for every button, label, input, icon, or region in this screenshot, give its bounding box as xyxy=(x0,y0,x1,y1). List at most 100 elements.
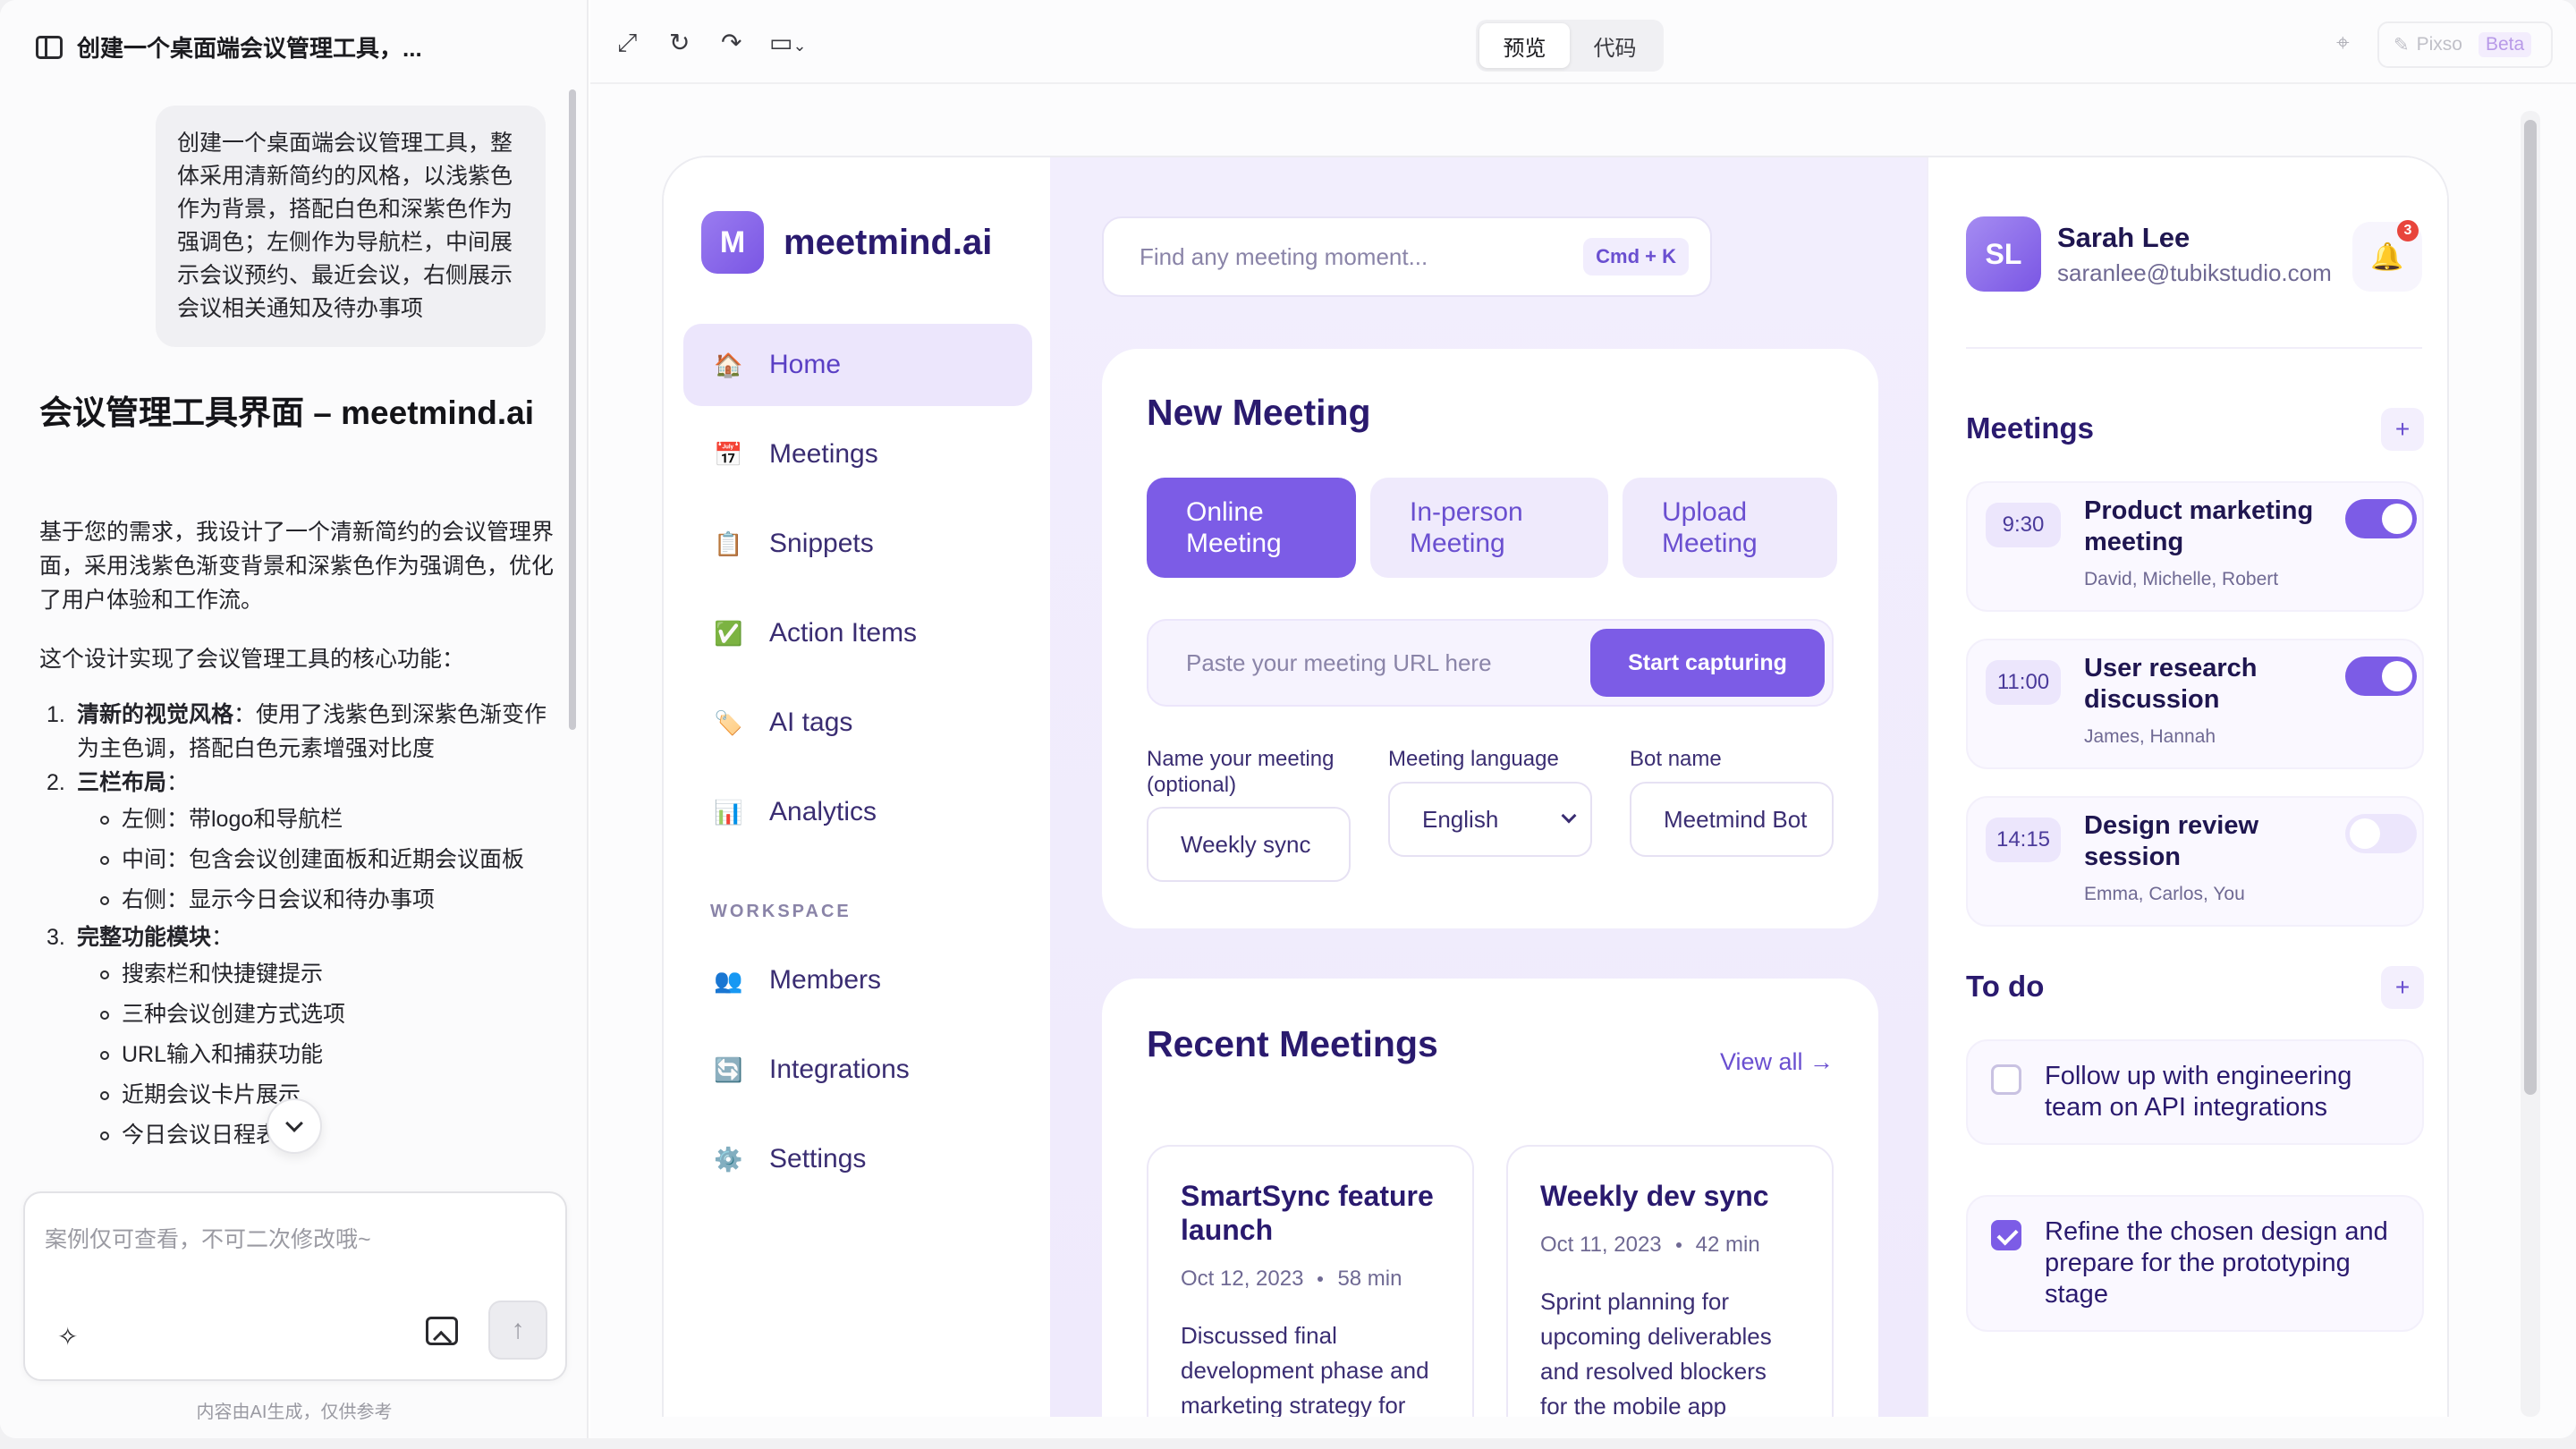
app-preview: M meetmind.ai 🏠 Home 📅 Meetings 📋 Snippe… xyxy=(662,156,2449,1417)
meeting-date: Oct 11, 2023 xyxy=(1540,1233,1662,1257)
ai-disclaimer: 内容由AI生成，仅供参考 xyxy=(196,1402,393,1422)
users-icon: 👥 xyxy=(714,966,743,994)
refresh-icon[interactable]: ↻ xyxy=(669,30,690,55)
search-input[interactable] xyxy=(1140,242,1584,271)
pixso-button[interactable]: ✎ Pixso Beta xyxy=(2377,21,2553,68)
meeting-name-field[interactable]: Weekly sync xyxy=(1147,807,1351,882)
recent-meeting-description: Discussed final development phase and ma… xyxy=(1181,1322,1429,1417)
plus-icon: + xyxy=(2394,973,2411,1001)
tab-preview[interactable]: 预览 xyxy=(1479,23,1570,68)
sidebar-item-settings[interactable]: ⚙️ Settings xyxy=(683,1118,1032,1200)
todo-text: Follow up with engineering team on API i… xyxy=(2045,1062,2352,1122)
sidebar-item-label: Analytics xyxy=(769,797,877,826)
meeting-attendees: Emma, Carlos, You xyxy=(2084,884,2245,904)
tab-online-meeting[interactable]: Online Meeting xyxy=(1147,478,1356,578)
tab-code[interactable]: 代码 xyxy=(1570,23,1660,68)
recent-meetings-card: Recent Meetings View all → SmartSync fea… xyxy=(1102,979,1878,1417)
tab-in-person-meeting[interactable]: In-person Meeting xyxy=(1370,478,1608,578)
meeting-toggle[interactable] xyxy=(2345,657,2417,696)
device-icon[interactable]: ▭⌄ xyxy=(769,30,807,58)
sidebar-item-label: Snippets xyxy=(769,529,874,558)
meeting-item[interactable]: 11:00 User research discussion James, Ha… xyxy=(1966,639,2424,769)
sidebar-toggle-icon[interactable] xyxy=(36,35,63,59)
pixso-label: Pixso xyxy=(2416,34,2462,55)
bell-icon: 🔔 xyxy=(2370,242,2404,272)
list-item: 1. 清新的视觉风格：使用了浅紫色到深紫色渐变作为主色调，搭配白色元素增强对比度 xyxy=(47,702,547,761)
recent-meeting-card[interactable]: Weekly dev sync Oct 11, 2023 42 min Spri… xyxy=(1506,1145,1834,1417)
list-item-bold: 三栏布局 xyxy=(77,770,167,795)
preview-scrollbar[interactable] xyxy=(2524,120,2537,1095)
selected-language: English xyxy=(1422,805,1499,833)
send-button[interactable]: ↑ xyxy=(488,1301,547,1360)
pen-icon: ✎ xyxy=(2394,34,2410,55)
chat-scrollbar[interactable] xyxy=(569,89,576,730)
expand-icon[interactable]: ⤢ xyxy=(617,30,637,55)
user-name: Sarah Lee xyxy=(2057,221,2190,253)
meeting-language-label: Meeting language xyxy=(1388,747,1559,771)
bot-name-label: Bot name xyxy=(1630,747,1722,771)
todo-checkbox[interactable] xyxy=(1991,1064,2021,1095)
bot-name-field[interactable]: Meetmind Bot xyxy=(1630,782,1834,857)
todo-section-title: To do xyxy=(1966,970,2045,1003)
app-logo: M meetmind.ai xyxy=(701,211,992,274)
meeting-language-select[interactable]: English xyxy=(1388,782,1592,857)
new-meeting-title: New Meeting xyxy=(1147,392,1371,433)
chat-pane: 创建一个桌面端会议管理工具，... 创建一个桌面端会议管理工具，整体采用清新简约… xyxy=(0,0,589,1438)
bar-chart-icon: 📊 xyxy=(714,798,743,826)
list-item-bold: 清新的视觉风格 xyxy=(77,702,234,727)
sidebar-item-home[interactable]: 🏠 Home xyxy=(683,324,1032,406)
sidebar-item-integrations[interactable]: 🔄 Integrations xyxy=(683,1029,1032,1111)
add-todo-button[interactable]: + xyxy=(2381,966,2424,1009)
beta-badge: Beta xyxy=(2478,32,2532,57)
tag-icon: 🏷️ xyxy=(714,708,743,736)
list-sub-item: 左侧：带logo和导航栏 xyxy=(39,800,558,840)
sidebar-item-meetings[interactable]: 📅 Meetings xyxy=(683,413,1032,496)
notification-count-badge: 3 xyxy=(2397,220,2419,242)
meeting-toggle[interactable] xyxy=(2345,499,2417,538)
user-profile[interactable]: SL Sarah Lee saranlee@tubikstudio.com xyxy=(1966,216,2332,292)
ai-response-summary: 这个设计实现了会议管理工具的核心功能： xyxy=(39,647,465,672)
meeting-item[interactable]: 9:30 Product marketing meeting David, Mi… xyxy=(1966,481,2424,612)
view-all-link[interactable]: View all → xyxy=(1720,1048,1834,1076)
meeting-toggle[interactable] xyxy=(2345,814,2417,853)
redo-icon[interactable]: ↷ xyxy=(721,30,741,55)
recent-meeting-card[interactable]: SmartSync feature launch Oct 12, 2023 58… xyxy=(1147,1145,1474,1417)
recent-meeting-title: SmartSync feature launch xyxy=(1181,1180,1434,1246)
check-icon: ✅ xyxy=(714,619,743,647)
add-meeting-button[interactable]: + xyxy=(2381,408,2424,451)
home-icon: 🏠 xyxy=(714,351,743,378)
sidebar-item-label: Home xyxy=(769,350,842,379)
view-mode-switch: 预览 代码 xyxy=(1476,20,1664,72)
tab-upload-meeting[interactable]: Upload Meeting xyxy=(1623,478,1837,578)
scroll-down-button[interactable] xyxy=(267,1098,322,1154)
sidebar-item-action-items[interactable]: ✅ Action Items xyxy=(683,592,1032,674)
sidebar-item-members[interactable]: 👥 Members xyxy=(683,939,1032,1021)
meeting-date: Oct 12, 2023 xyxy=(1181,1267,1304,1291)
image-add-icon[interactable] xyxy=(426,1317,458,1345)
chevron-down-icon xyxy=(1561,808,1577,824)
sparkle-icon[interactable]: ✧ xyxy=(57,1322,78,1352)
sidebar-item-analytics[interactable]: 📊 Analytics xyxy=(683,771,1032,853)
sidebar-item-label: Settings xyxy=(769,1144,867,1174)
todo-checkbox[interactable] xyxy=(1991,1220,2021,1250)
list-item-text: ： xyxy=(166,770,190,795)
meeting-item[interactable]: 14:15 Design review session Emma, Carlos… xyxy=(1966,796,2424,927)
sidebar-item-ai-tags[interactable]: 🏷️ AI tags xyxy=(683,682,1032,764)
chevron-down-icon xyxy=(285,1114,303,1132)
gear-icon: ⚙️ xyxy=(714,1145,743,1173)
list-item: 3. 完整功能模块： xyxy=(47,925,234,950)
search-bar: Cmd + K xyxy=(1102,216,1712,297)
start-capturing-button[interactable]: Start capturing xyxy=(1590,629,1825,697)
meeting-time: 9:30 xyxy=(1986,503,2061,547)
app-window: 创建一个桌面端会议管理工具，... 创建一个桌面端会议管理工具，整体采用清新简约… xyxy=(0,0,2576,1438)
chat-header: 创建一个桌面端会议管理工具，... xyxy=(36,30,422,64)
meeting-url-input[interactable] xyxy=(1186,648,1590,677)
logo-text: meetmind.ai xyxy=(784,222,993,262)
app-right-panel: SL Sarah Lee saranlee@tubikstudio.com 🔔 … xyxy=(1927,157,2447,1417)
message-input[interactable] xyxy=(45,1213,546,1267)
sidebar-item-snippets[interactable]: 📋 Snippets xyxy=(683,503,1032,585)
divider xyxy=(1966,347,2422,349)
recent-meeting-description: Sprint planning for upcoming deliverable… xyxy=(1540,1288,1772,1417)
ai-response-list: 1. 清新的视觉风格：使用了浅紫色到深紫色渐变作为主色调，搭配白色元素增强对比度… xyxy=(39,698,558,1156)
cursor-select-icon[interactable]: ⌖ xyxy=(2336,29,2350,57)
